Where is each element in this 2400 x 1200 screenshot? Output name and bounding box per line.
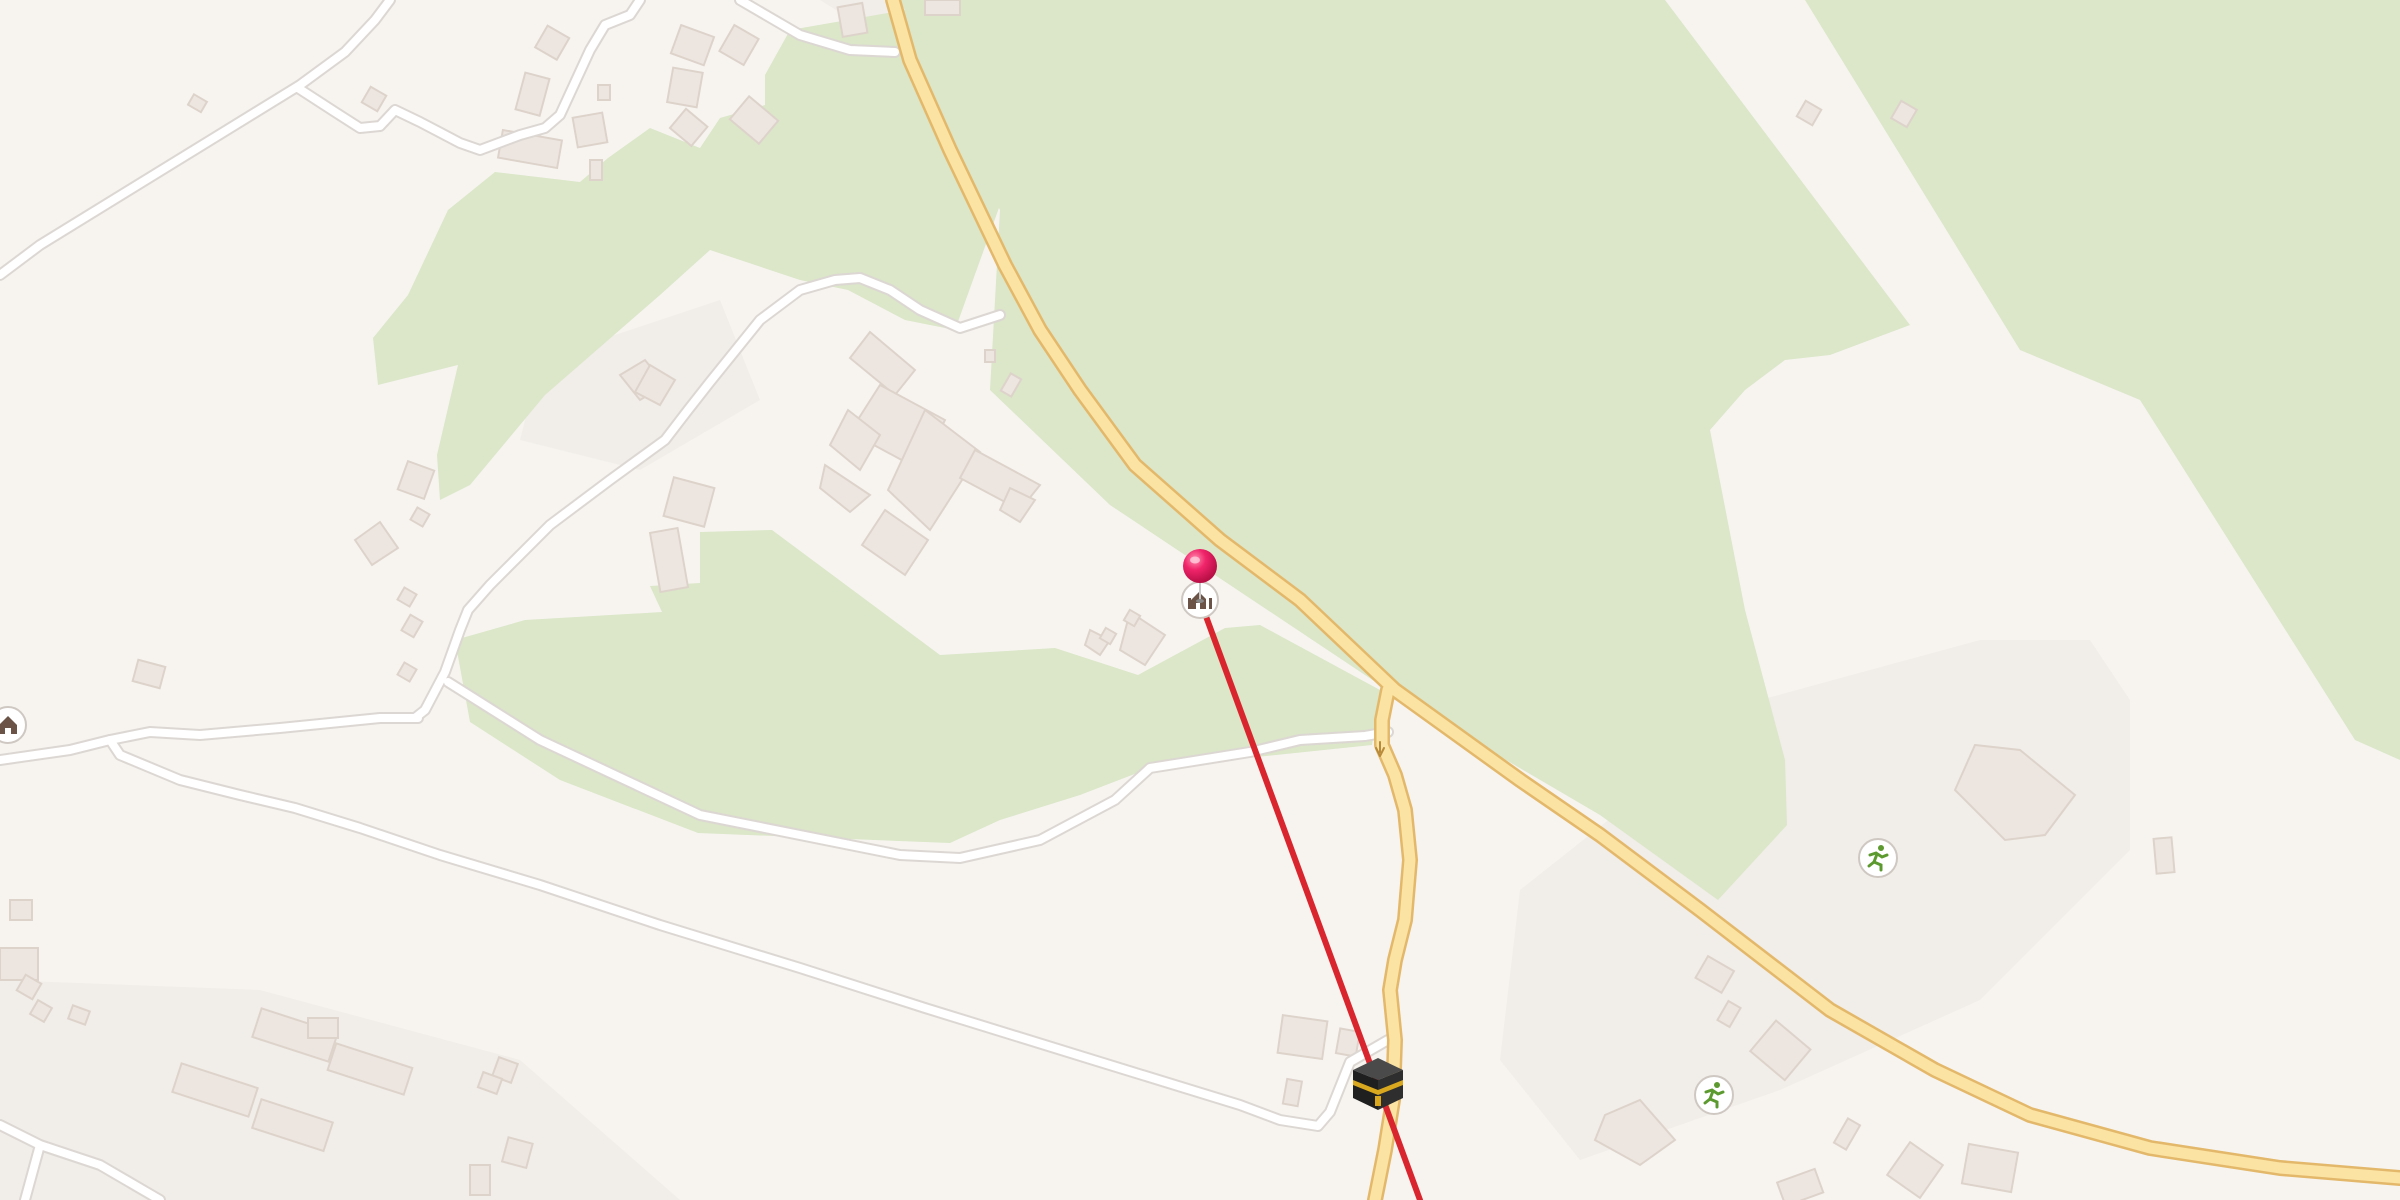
map-view[interactable] — [0, 0, 2400, 1200]
running-person-icon-2[interactable] — [1694, 1075, 1734, 1115]
running-person-icon[interactable] — [1858, 838, 1898, 878]
mosque-icon-west[interactable] — [0, 706, 27, 744]
